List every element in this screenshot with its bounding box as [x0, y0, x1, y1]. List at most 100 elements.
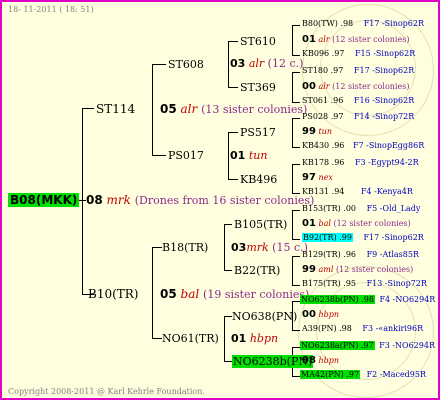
connector [224, 316, 225, 362]
node-no638[interactable]: NO638(PN) [232, 311, 297, 322]
queen-note: (12 c.) [267, 57, 304, 70]
node-st608[interactable]: ST608 [168, 59, 204, 70]
leaf-id: KB178 [302, 158, 330, 167]
copyright: Copyright 2008-2011 @ Karl Kehrle Founda… [8, 387, 205, 396]
connector [152, 155, 166, 156]
leaf-row[interactable]: A39(PN) .98 F3 -«ankiri96R [302, 325, 423, 333]
ps017-queen[interactable]: 01 tun [230, 150, 267, 161]
node-ps517[interactable]: PS517 [240, 127, 276, 138]
node-st610[interactable]: ST610 [240, 36, 276, 47]
leaf-queen[interactable]: 01 alr (12 sister colonies) [302, 35, 409, 45]
queen-race: bal [180, 287, 200, 301]
leaf-id: PS028 [302, 112, 329, 121]
gen1-num: 08 [86, 193, 103, 207]
queen-race: mrk [246, 241, 269, 254]
leaf-year: .95 [343, 279, 357, 288]
leaf-row[interactable]: KB131 .94 F4 -Kenya4R [302, 188, 413, 196]
queen-num: 01 [231, 332, 247, 345]
leaf-queen[interactable]: 01 bal (12 sister colonies) [302, 219, 411, 229]
queen-race: hbpn [249, 332, 279, 345]
connector [292, 301, 300, 302]
connector [82, 108, 94, 109]
leaf-id: B80(TW) [302, 19, 338, 28]
queen-note: (13 sister colonies) [201, 103, 308, 116]
left-sire-queen[interactable]: 05 alr (13 sister colonies) [160, 103, 307, 115]
leaf-pedigree: F3 -Egypt94-2R [354, 158, 419, 167]
leaf-year: .96 [343, 250, 357, 259]
leaf-id: KB131 [302, 187, 330, 196]
leaf-row[interactable]: NO6238a(PN) .97 F3 -NO6294R [300, 341, 435, 350]
leaf-pedigree: F4 -Kenya4R [360, 187, 413, 196]
connector [228, 87, 238, 88]
gen1-queen[interactable]: 08 mrk (Drones from 16 sister colonies) [86, 194, 314, 206]
leaf-race: bal [318, 219, 331, 228]
leaf-queen[interactable]: 99 aml (12 sister colonies) [302, 265, 413, 275]
leaf-id: ST180 [302, 66, 329, 75]
root-queen[interactable]: B08(MKK) [8, 193, 80, 207]
leaf-id-highlight: B92(TR) .99 [302, 233, 353, 242]
leaf-pedigree: F13 -Sinop72R [366, 279, 427, 288]
leaf-row[interactable]: B92(TR) .99 F17 -Sinop62R [302, 233, 424, 242]
connector [292, 147, 300, 148]
leaf-num: 99 [302, 264, 316, 275]
leaf-year: .00 [343, 204, 357, 213]
leaf-queen[interactable]: 97 nex [302, 173, 333, 183]
connector [292, 72, 300, 73]
b18-queen[interactable]: 03mrk (15 c.) [231, 242, 308, 253]
leaf-row[interactable]: B80(TW) .98 F17 -Sinop62R [302, 20, 424, 28]
leaf-id: KB096 [302, 49, 330, 58]
leaf-queen[interactable]: 99 tun [302, 127, 332, 137]
connector [292, 347, 300, 348]
leaf-queen[interactable]: 00 hbpn [302, 310, 339, 320]
right-sire-queen[interactable]: 05 bal (19 sister colonies) [160, 288, 309, 300]
node-b18[interactable]: B18(TR) [162, 242, 208, 253]
connector [292, 256, 293, 286]
leaf-id: ST061 [302, 96, 329, 105]
queen-num: 01 [230, 149, 246, 162]
leaf-id: KB430 [302, 141, 330, 150]
no61-queen[interactable]: 01 hbpn [231, 333, 278, 344]
queen-race: alr [248, 57, 265, 70]
leaf-row[interactable]: ST180 .97 F17 -Sinop62R [302, 67, 414, 75]
leaf-num: 00 [302, 81, 316, 92]
left-sire[interactable]: ST114 [96, 103, 135, 115]
leaf-row[interactable]: B153(TR) .00 F5 -Old_Lady [302, 205, 420, 213]
leaf-row[interactable]: MA42(PN) .97 F2 -Maced95R [300, 370, 426, 379]
leaf-row[interactable]: B175(TR) .95 F13 -Sinop72R [302, 280, 427, 288]
leaf-year: .97 [330, 66, 344, 75]
node-st369[interactable]: ST369 [240, 82, 276, 93]
leaf-race: alr [318, 35, 330, 44]
leaf-row[interactable]: KB096 .97 F15 -Sinop62R [302, 50, 415, 58]
leaf-row[interactable]: ST061 .96 F16 -Sinop62R [302, 97, 414, 105]
connector [292, 25, 293, 56]
leaf-pedigree: F16 -Sinop62R [353, 96, 415, 105]
st608-queen[interactable]: 03 alr (12 c.) [230, 58, 303, 69]
connector [152, 338, 162, 339]
queen-num: 03 [230, 57, 246, 70]
connector [292, 285, 300, 286]
queen-race: alr [180, 102, 198, 116]
node-kb496[interactable]: KB496 [240, 174, 277, 185]
leaf-pedigree: F17 -Sinop62R [363, 19, 424, 28]
connector [292, 25, 300, 26]
connector [152, 247, 153, 339]
leaf-id: B129(TR) [302, 250, 341, 259]
leaf-id: MA42(PN) [301, 370, 344, 379]
leaf-year: .97 [346, 370, 360, 379]
node-ps017[interactable]: PS017 [168, 150, 204, 161]
connector [82, 108, 83, 295]
leaf-row[interactable]: PS028 .97 F14 -Sinop72R [302, 113, 414, 121]
connector [228, 41, 229, 88]
leaf-row[interactable]: KB430 .96 F7 -SinopEgg86R [302, 142, 424, 150]
leaf-row[interactable]: B129(TR) .96 F9 -Atlas85R [302, 251, 419, 259]
leaf-id-highlight: MA42(PN) .97 [300, 370, 361, 379]
node-b22[interactable]: B22(TR) [234, 265, 280, 276]
leaf-id-highlight: NO6238a(PN) .97 [300, 341, 375, 350]
leaf-row[interactable]: NO6238b(PN) .98 F4 -NO6294R [300, 295, 435, 304]
node-no61[interactable]: NO61(TR) [162, 333, 219, 344]
leaf-row[interactable]: KB178 .96 F3 -Egypt94-2R [302, 159, 419, 167]
leaf-queen[interactable]: 00 alr (12 sister colonies) [302, 82, 409, 92]
right-sire[interactable]: B10(TR) [88, 288, 139, 300]
leaf-queen[interactable]: 98 hbpn [302, 356, 339, 366]
node-b105[interactable]: B105(TR) [234, 219, 287, 230]
